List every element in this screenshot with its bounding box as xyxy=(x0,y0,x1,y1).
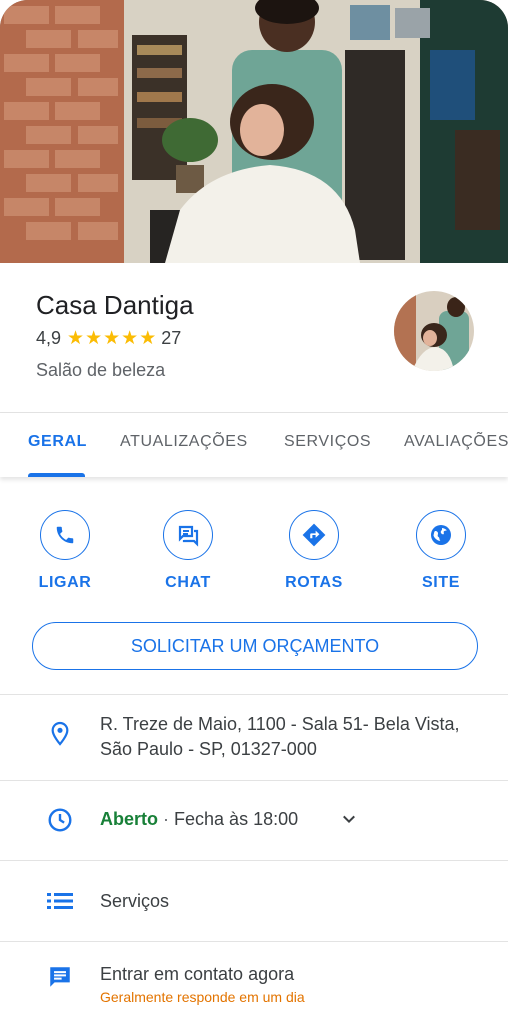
website-label: SITE xyxy=(422,574,460,591)
tab-atualizacoes[interactable]: ATUALIZAÇÕES xyxy=(120,433,248,451)
message-icon xyxy=(46,963,74,991)
globe-icon xyxy=(416,510,466,560)
place-category: Salão de beleza xyxy=(36,360,166,380)
star-icon: ★ xyxy=(67,328,86,349)
place-name: Casa Dantiga xyxy=(36,290,194,320)
contact-response-time: Geralmente responde em um dia xyxy=(100,989,305,1005)
location-pin-icon xyxy=(46,720,74,748)
divider xyxy=(0,941,508,942)
tab-avaliacoes[interactable]: AVALIAÇÕES xyxy=(404,433,508,451)
address[interactable]: R. Treze de Maio, 1100 - Sala 51- Bela V… xyxy=(100,712,460,762)
chevron-down-icon[interactable] xyxy=(340,810,358,833)
star-icon: ★ xyxy=(85,328,104,349)
chat-label: CHAT xyxy=(165,574,211,591)
star-icon: ★ xyxy=(121,328,140,349)
directions-button[interactable]: ROTAS xyxy=(264,510,364,592)
contact-label: Entrar em contato agora xyxy=(100,964,295,984)
active-tab-indicator xyxy=(28,473,85,477)
hours-separator: · xyxy=(163,809,170,829)
call-button[interactable]: LIGAR xyxy=(15,510,115,592)
directions-icon xyxy=(289,510,339,560)
services-link[interactable]: Serviços xyxy=(100,889,169,914)
address-line-2: São Paulo - SP, 01327-000 xyxy=(100,739,317,759)
clock-icon xyxy=(46,806,74,834)
tab-geral[interactable]: GERAL xyxy=(28,433,87,451)
tab-bar: GERAL ATUALIZAÇÕES SERVIÇOS AVALIAÇÕES xyxy=(0,413,508,477)
opening-hours[interactable]: Aberto · Fecha às 18:00 xyxy=(100,807,298,832)
review-count: 27 xyxy=(161,328,182,348)
rating-row[interactable]: 4,9 ★ ★ ★ ★ ★ 27 xyxy=(36,328,181,349)
divider xyxy=(0,860,508,861)
star-rating: ★ ★ ★ ★ ★ xyxy=(67,329,157,348)
address-line-1: R. Treze de Maio, 1100 - Sala 51- Bela V… xyxy=(100,714,460,734)
chat-button[interactable]: CHAT xyxy=(138,510,238,592)
rating-value: 4,9 xyxy=(36,328,62,348)
phone-icon xyxy=(40,510,90,560)
divider xyxy=(0,780,508,781)
open-status: Aberto xyxy=(100,809,158,829)
call-label: LIGAR xyxy=(38,574,92,591)
place-thumbnail[interactable] xyxy=(394,291,474,371)
hero-photo[interactable] xyxy=(0,0,508,263)
request-quote-button[interactable]: SOLICITAR UM ORÇAMENTO xyxy=(32,622,478,670)
directions-label: ROTAS xyxy=(285,574,343,591)
star-icon: ★ xyxy=(103,328,122,349)
divider xyxy=(0,694,508,695)
tab-servicos[interactable]: SERVIÇOS xyxy=(284,433,371,451)
list-icon xyxy=(46,887,74,915)
contact-now[interactable]: Entrar em contato agora Geralmente respo… xyxy=(100,962,305,1007)
chat-icon xyxy=(163,510,213,560)
website-button[interactable]: SITE xyxy=(391,510,491,592)
closing-time: Fecha às 18:00 xyxy=(174,809,299,829)
half-star-icon: ★ xyxy=(139,328,158,349)
